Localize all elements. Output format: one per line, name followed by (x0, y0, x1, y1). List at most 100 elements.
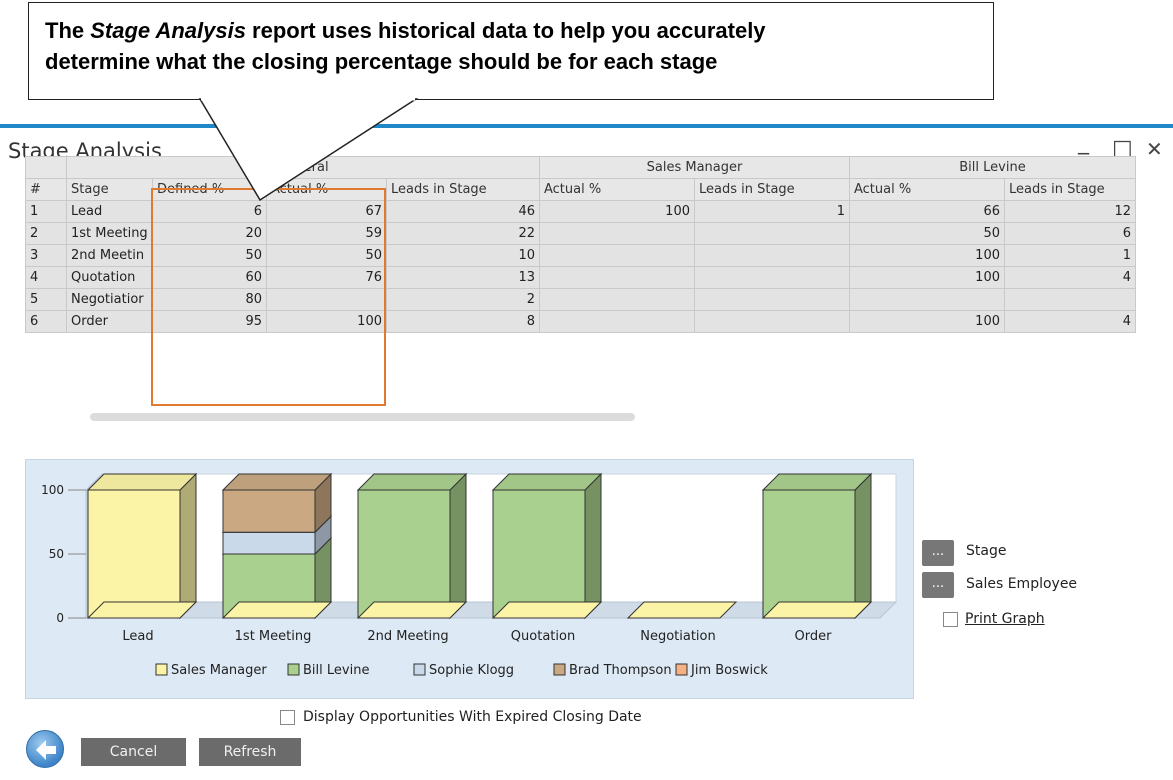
table-cell[interactable] (694, 310, 850, 333)
table-cell[interactable]: 50 (266, 244, 387, 267)
sales-employee-choose-button[interactable]: ... (922, 572, 954, 598)
column-header[interactable]: Actual % (849, 178, 1005, 201)
table-cell[interactable] (849, 288, 1005, 311)
table-cell[interactable]: 76 (266, 266, 387, 289)
table-cell[interactable] (539, 310, 695, 333)
legend-label: Bill Levine (303, 663, 369, 678)
callout-box: The Stage Analysis report uses historica… (28, 2, 994, 100)
table-cell[interactable]: 6 (1004, 222, 1136, 245)
column-header[interactable]: Leads in Stage (1004, 178, 1136, 201)
table-cell[interactable]: 4 (1004, 310, 1136, 333)
table-cell[interactable]: 4 (25, 266, 67, 289)
table-row[interactable]: 4 Quotation 60 76 13 100 4 (25, 266, 1136, 289)
bar-segment-top (221, 473, 333, 491)
bar-segment-side (584, 472, 602, 620)
table-cell[interactable]: 3 (25, 244, 67, 267)
column-header[interactable]: Actual % (539, 178, 695, 201)
callout-line1-post: report uses historical data to help you … (245, 18, 766, 43)
table-cell[interactable] (694, 288, 850, 311)
table-cell[interactable]: 6 (152, 200, 267, 223)
table-cell[interactable]: 46 (386, 200, 540, 223)
table-cell[interactable]: 100 (539, 200, 695, 223)
table-cell[interactable] (539, 288, 695, 311)
window-top-accent (0, 124, 1173, 128)
table-row[interactable]: 5 Negotiatior 80 2 (25, 288, 1136, 311)
stage-label: Stage (966, 543, 1007, 559)
expired-closing-date-checkbox[interactable] (280, 710, 295, 725)
bar-segment (492, 489, 586, 619)
column-header[interactable]: Stage (66, 178, 153, 201)
table-cell[interactable]: 50 (849, 222, 1005, 245)
table-cell[interactable] (266, 288, 387, 311)
table-cell[interactable]: Order (66, 310, 153, 333)
y-tick-label: 0 (56, 611, 64, 625)
table-cell[interactable]: 59 (266, 222, 387, 245)
table-cell[interactable]: 1 (25, 200, 67, 223)
table-cell[interactable]: 6 (25, 310, 67, 333)
group-header-row: General Sales Manager Bill Levine (25, 156, 1136, 179)
x-category-label: 1st Meeting (235, 629, 312, 644)
minimize-button[interactable]: _ (1078, 130, 1089, 155)
column-header[interactable]: Actual % (266, 178, 387, 201)
table-cell[interactable]: 2 (386, 288, 540, 311)
table-cell[interactable] (694, 222, 850, 245)
table-cell[interactable]: 20 (152, 222, 267, 245)
table-cell[interactable]: 100 (849, 266, 1005, 289)
table-cell[interactable] (539, 266, 695, 289)
close-button[interactable]: ✕ (1146, 137, 1163, 161)
group-spacer (25, 156, 67, 179)
table-row[interactable]: 6 Order 95 100 8 100 4 (25, 310, 1136, 333)
table-cell[interactable]: 50 (152, 244, 267, 267)
bar-segment-top (86, 473, 198, 491)
table-cell[interactable]: 5 (25, 288, 67, 311)
table-cell[interactable] (694, 244, 850, 267)
table-cell[interactable]: 60 (152, 266, 267, 289)
legend-label: Sophie Klogg (429, 663, 514, 678)
table-cell[interactable] (694, 266, 850, 289)
table-cell[interactable]: Lead (66, 200, 153, 223)
table-cell[interactable] (539, 222, 695, 245)
table-cell[interactable]: 67 (266, 200, 387, 223)
table-row[interactable]: 2 1st Meeting 20 59 22 50 6 (25, 222, 1136, 245)
print-graph-checkbox[interactable] (943, 612, 958, 627)
refresh-button[interactable]: Refresh (199, 738, 301, 766)
table-cell[interactable]: 95 (152, 310, 267, 333)
stage-choose-button[interactable]: ... (922, 540, 954, 566)
table-cell[interactable]: 4 (1004, 266, 1136, 289)
table-cell[interactable]: 10 (386, 244, 540, 267)
table-cell[interactable]: 1 (694, 200, 850, 223)
horizontal-scrollbar[interactable] (90, 413, 635, 421)
column-header[interactable]: Defined % (152, 178, 267, 201)
table-row[interactable]: 3 2nd Meetin 50 50 10 100 1 (25, 244, 1136, 267)
legend-swatch (287, 663, 300, 676)
table-cell[interactable]: Negotiatior (66, 288, 153, 311)
column-header[interactable]: Leads in Stage (386, 178, 540, 201)
table-cell[interactable]: 13 (386, 266, 540, 289)
table-cell[interactable]: 22 (386, 222, 540, 245)
legend-label: Sales Manager (171, 663, 267, 678)
table-cell[interactable]: Quotation (66, 266, 153, 289)
table-cell[interactable]: 1 (1004, 244, 1136, 267)
cancel-button[interactable]: Cancel (81, 738, 186, 766)
table-cell[interactable] (1004, 288, 1136, 311)
y-tick-label: 50 (49, 547, 64, 561)
table-cell[interactable]: 12 (1004, 200, 1136, 223)
column-header[interactable]: # (25, 178, 67, 201)
legend-label: Jim Boswick (690, 663, 768, 678)
bar-segment-side (449, 472, 467, 620)
chart-panel: 0 50 100 Lead 1st Meeting 2nd Meeting Quotatio… (25, 459, 914, 699)
table-cell[interactable]: 1st Meeting (66, 222, 153, 245)
table-cell[interactable] (539, 244, 695, 267)
table-row[interactable]: 1 Lead 6 67 46 100 1 66 12 (25, 200, 1136, 223)
table-cell[interactable]: 100 (849, 310, 1005, 333)
table-cell[interactable]: 80 (152, 288, 267, 311)
back-button[interactable] (26, 730, 64, 768)
table-cell[interactable]: 2 (25, 222, 67, 245)
column-header[interactable]: Leads in Stage (694, 178, 850, 201)
table-cell[interactable]: 66 (849, 200, 1005, 223)
group-sales-manager: Sales Manager (539, 156, 850, 179)
table-cell[interactable]: 2nd Meetin (66, 244, 153, 267)
table-cell[interactable]: 100 (266, 310, 387, 333)
table-cell[interactable]: 100 (849, 244, 1005, 267)
table-cell[interactable]: 8 (386, 310, 540, 333)
